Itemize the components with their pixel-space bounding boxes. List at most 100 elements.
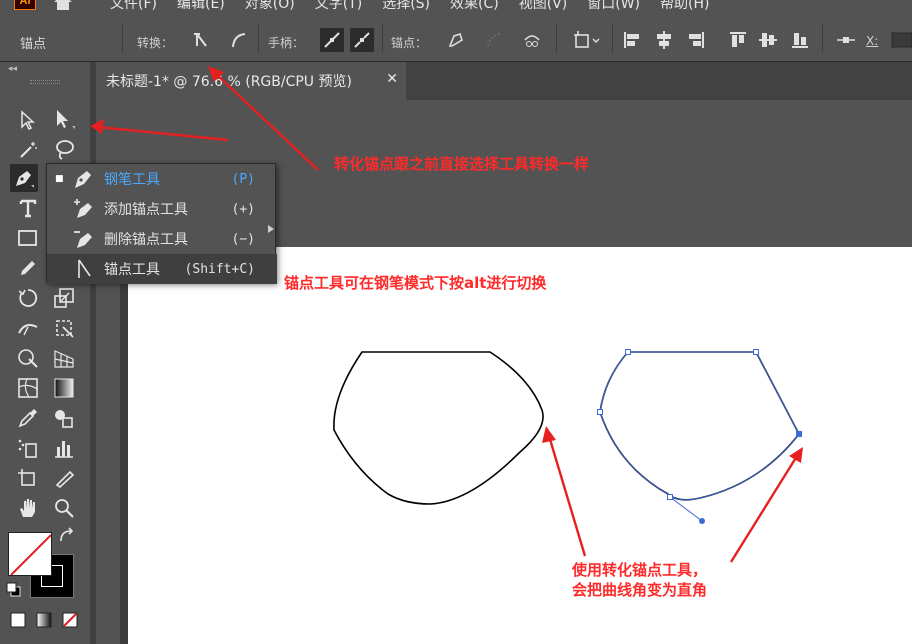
divider <box>258 24 259 52</box>
eyedropper-tool-icon[interactable] <box>14 404 42 432</box>
slice-tool-icon[interactable] <box>50 464 78 492</box>
flyout-item-anchor-point[interactable]: 锚点工具 (Shift+C) <box>47 254 277 284</box>
context-label: 锚点 <box>20 37 47 52</box>
remove-anchor-icon[interactable] <box>444 28 468 52</box>
handles-label: 手柄： <box>268 36 305 50</box>
menu-type[interactable]: 文字(T) <box>315 0 362 12</box>
default-colors-icon[interactable] <box>4 580 24 600</box>
flyout-item-add-anchor[interactable]: 添加锚点工具 (+) <box>47 194 277 224</box>
menu-help[interactable]: 帮助(H) <box>660 0 709 12</box>
menu-window[interactable]: 窗口(W) <box>587 0 640 12</box>
gradient-mode-icon[interactable] <box>32 608 56 632</box>
annotation-bottom: 使用转化锚点工具， 会把曲线角变为直角 <box>572 560 707 600</box>
rectangle-tool-icon[interactable] <box>14 224 42 252</box>
annotation-bottom-line1: 使用转化锚点工具， <box>572 561 708 579</box>
perspective-grid-tool-icon[interactable] <box>50 344 78 372</box>
anchor-point-icon <box>71 257 97 281</box>
anchors-label: 锚点： <box>391 36 428 50</box>
lasso-tool-icon[interactable] <box>50 136 78 164</box>
flyout-label: 锚点工具 <box>104 262 160 278</box>
pen-tool-icon[interactable] <box>10 164 38 192</box>
show-handles-icon[interactable] <box>320 28 344 52</box>
mesh-tool-icon[interactable] <box>14 374 42 402</box>
control-bar: 锚点 转换： 手柄： 锚点： X: <box>0 12 912 62</box>
flyout-expand-icon[interactable] <box>268 218 274 237</box>
annotation-bottom-line2: 会把曲线角变为直角 <box>572 581 708 599</box>
pencil-tool-icon[interactable] <box>14 254 42 282</box>
width-tool-icon[interactable] <box>14 314 42 342</box>
selection-tool-icon[interactable] <box>14 106 42 134</box>
menu-bar: Ai 文件(F) 编辑(E) 对象(O) 文字(T) 选择(S) 效果(C) 视… <box>0 0 912 12</box>
zoom-tool-icon[interactable] <box>50 494 78 522</box>
artboard[interactable] <box>120 247 912 644</box>
cut-path-icon[interactable] <box>520 28 544 52</box>
artboard-tool-icon[interactable] <box>14 464 42 492</box>
align-top-icon[interactable] <box>726 28 750 52</box>
align-left-icon[interactable] <box>620 28 644 52</box>
isolate-icon[interactable] <box>572 28 604 52</box>
app-logo: Ai <box>14 0 36 10</box>
collapse-panel-icon[interactable]: ◂◂ <box>8 64 17 74</box>
annotation-middle: 锚点工具可在钢笔模式下按alt进行切换 <box>284 274 547 292</box>
magic-wand-tool-icon[interactable] <box>14 136 42 164</box>
flyout-shortcut: (+) <box>231 201 255 217</box>
gradient-tool-icon[interactable] <box>50 374 78 402</box>
convert-label: 转换： <box>137 36 174 50</box>
flyout-item-delete-anchor[interactable]: 删除锚点工具 (−) <box>47 224 277 254</box>
align-middle-icon[interactable] <box>756 28 780 52</box>
close-icon[interactable]: ✕ <box>386 71 398 87</box>
menu-view[interactable]: 视图(V) <box>519 0 568 12</box>
symbol-sprayer-tool-icon[interactable] <box>14 434 42 462</box>
divider <box>612 24 613 52</box>
x-field-label: X: <box>866 34 879 48</box>
hide-handles-icon[interactable] <box>350 28 374 52</box>
fill-swatch[interactable] <box>8 532 52 576</box>
document-tab-bar: 未标题-1* @ 76.6 % (RGB/CPU 预览) ✕ <box>96 62 912 100</box>
align-right-icon[interactable] <box>684 28 708 52</box>
flyout-shortcut: (Shift+C) <box>184 261 255 277</box>
divider <box>382 24 383 52</box>
convert-smooth-icon[interactable] <box>226 28 250 52</box>
free-transform-tool-icon[interactable] <box>50 314 78 342</box>
none-mode-icon[interactable] <box>58 608 82 632</box>
delete-anchor-icon <box>71 227 97 251</box>
menu-file[interactable]: 文件(F) <box>110 0 157 12</box>
type-tool-icon[interactable] <box>14 194 42 222</box>
divider <box>556 24 557 52</box>
menu-edit[interactable]: 编辑(E) <box>177 0 225 12</box>
home-icon[interactable] <box>52 0 74 10</box>
flyout-shortcut: (−) <box>231 231 255 247</box>
pen-tool-flyout: ■ 钢笔工具 (P) 添加锚点工具 (+) 删除锚点工具 (−) 锚点工具 (S… <box>46 163 277 284</box>
artboard-edge <box>120 247 128 644</box>
hand-tool-icon[interactable] <box>14 494 42 522</box>
scale-tool-icon[interactable] <box>50 284 78 312</box>
align-center-icon[interactable] <box>652 28 676 52</box>
flyout-label: 添加锚点工具 <box>104 202 188 218</box>
document-tab[interactable]: 未标题-1* @ 76.6 % (RGB/CPU 预览) ✕ <box>96 62 406 100</box>
direct-selection-tool-icon[interactable] <box>50 106 78 134</box>
menu-select[interactable]: 选择(S) <box>382 0 430 12</box>
divider <box>122 24 123 52</box>
panel-grip[interactable] <box>30 80 60 84</box>
divider <box>822 24 823 52</box>
ref-point-icon[interactable] <box>834 28 858 52</box>
connect-endpoints-icon[interactable] <box>482 28 506 52</box>
flyout-shortcut: (P) <box>231 171 255 187</box>
align-bottom-icon[interactable] <box>788 28 812 52</box>
selected-bullet: ■ <box>55 174 64 184</box>
add-anchor-icon <box>71 197 97 221</box>
x-input[interactable] <box>890 28 912 52</box>
menu-object[interactable]: 对象(O) <box>245 0 295 12</box>
color-mode-icon[interactable] <box>6 608 30 632</box>
flyout-item-pen[interactable]: ■ 钢笔工具 (P) <box>47 164 277 194</box>
rotate-tool-icon[interactable] <box>14 284 42 312</box>
blend-tool-icon[interactable] <box>50 404 78 432</box>
panel-divider <box>90 62 96 644</box>
flyout-label: 钢笔工具 <box>104 172 160 188</box>
convert-corner-icon[interactable] <box>188 28 212 52</box>
swap-colors-icon[interactable] <box>56 526 76 546</box>
menu-effect[interactable]: 效果(C) <box>450 0 499 12</box>
column-graph-tool-icon[interactable] <box>50 434 78 462</box>
shape-builder-tool-icon[interactable] <box>14 344 42 372</box>
menu-list: 文件(F) 编辑(E) 对象(O) 文字(T) 选择(S) 效果(C) 视图(V… <box>110 0 709 12</box>
